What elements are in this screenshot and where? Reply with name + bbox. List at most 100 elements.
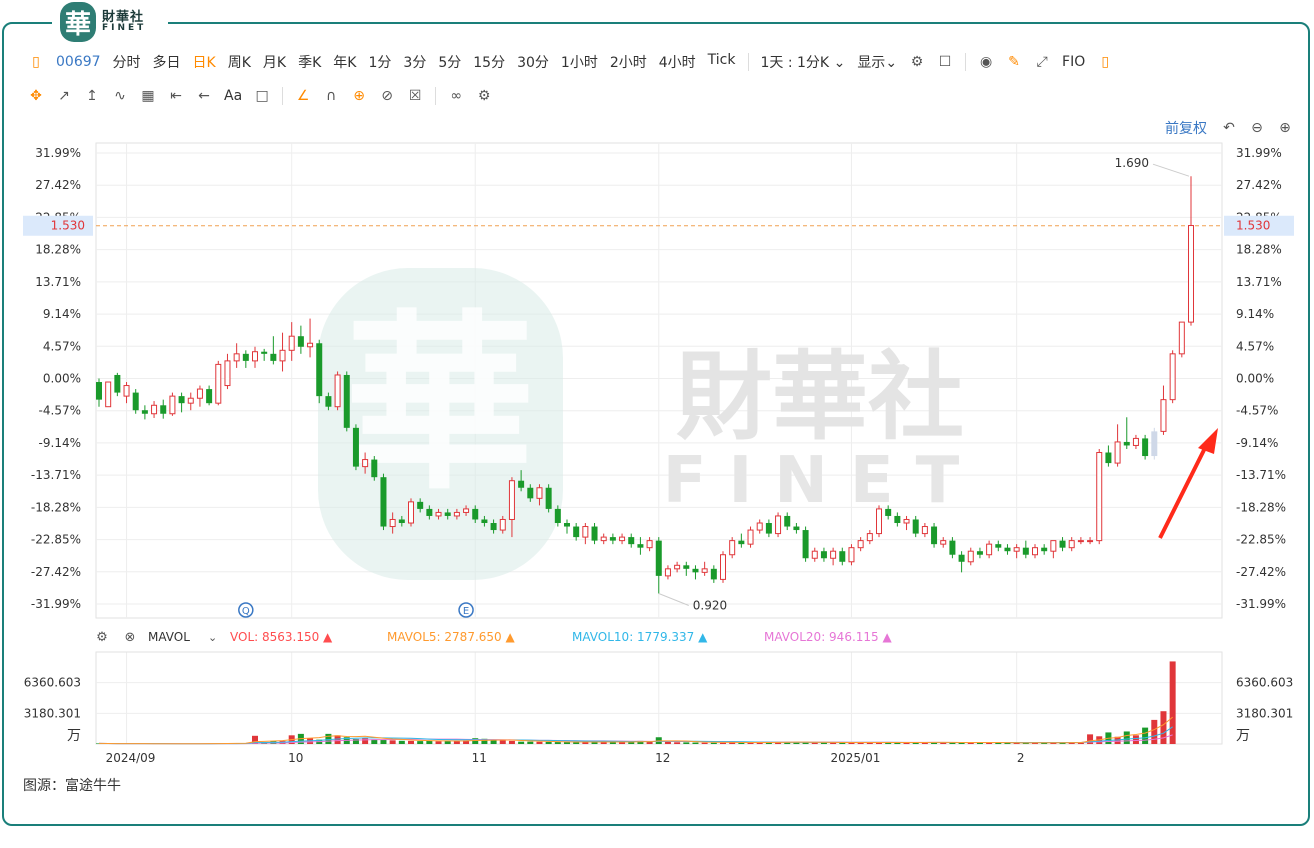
candle-body [151, 404, 158, 415]
volume-bar [334, 735, 341, 744]
candle-body [1132, 437, 1139, 446]
candle-body [343, 374, 350, 428]
y-tick-label-right: -22.85% [1236, 533, 1286, 547]
volume-bar [986, 742, 993, 744]
candle-body [986, 543, 993, 556]
y-tick-label-left: 27.42% [35, 178, 81, 192]
y-tick-label-right: 27.42% [1236, 178, 1282, 192]
candle-body [132, 392, 139, 411]
candle-body [756, 522, 763, 531]
candle-body [976, 551, 983, 555]
candle-body [692, 568, 699, 573]
volume-bar [490, 740, 497, 744]
volume-bar [380, 739, 387, 744]
candle-body [389, 518, 396, 528]
candle-body [967, 550, 974, 563]
candle-body [408, 501, 414, 524]
candle-body [1188, 225, 1194, 323]
candle-body [499, 518, 506, 531]
y-tick-label-left: -22.85% [31, 533, 81, 547]
candle-body [233, 353, 240, 362]
candle-body [518, 480, 525, 488]
image-source: 图源：富途牛牛 [23, 778, 121, 794]
volume-bar [435, 741, 442, 744]
volume-tick-label-left: 6360.603 [24, 676, 81, 690]
x-tick-label: 2 [1017, 751, 1025, 765]
y-tick-label-left: -18.28% [31, 500, 81, 514]
y-tick-label-left: 0.00% [43, 372, 81, 386]
y-tick-label-left: -31.99% [31, 597, 81, 611]
candle-body [270, 353, 277, 361]
volume-unit-left: 万 [67, 728, 81, 744]
candle-body [738, 540, 745, 545]
candle-body [1160, 399, 1167, 432]
candle-body [646, 540, 653, 549]
volume-bar [701, 742, 708, 744]
candle-body [573, 526, 580, 538]
candle-body [206, 389, 213, 404]
candle-body [325, 396, 332, 407]
candle-body [1059, 540, 1066, 548]
watermark-seal-char: 華 [345, 294, 535, 515]
candle-body [1123, 441, 1130, 446]
candle-body [1004, 547, 1011, 552]
x-tick-label: 10 [288, 751, 303, 765]
volume-bar [1142, 727, 1149, 744]
y-tick-label-right: -13.71% [1236, 468, 1286, 482]
volume-bar [518, 741, 525, 744]
candle-body [536, 487, 543, 499]
candle-body [252, 351, 258, 362]
candle-body [683, 565, 690, 569]
volume-bar [508, 740, 515, 744]
high-pointer [1152, 163, 1190, 177]
y-tick-label-right: -9.14% [1236, 436, 1278, 450]
candle-body [1041, 547, 1048, 552]
y-tick-label-right: 31.99% [1236, 146, 1282, 160]
candle-body [765, 523, 772, 534]
y-tick-label-right: -27.42% [1236, 565, 1286, 579]
candle-body [958, 554, 965, 562]
candle-body [435, 511, 442, 517]
candle-body [655, 540, 662, 576]
candle-body [820, 551, 827, 559]
volume-bar [720, 742, 726, 744]
candle-body [1087, 540, 1094, 543]
candle-body [1068, 540, 1075, 549]
annotation-arrow-shaft [1158, 441, 1210, 539]
candle-body [674, 564, 681, 570]
volume-bar [444, 741, 451, 744]
candle-body [637, 544, 644, 548]
candle-body [1178, 321, 1185, 355]
volume-unit-right: 万 [1236, 728, 1250, 744]
volume-tick-label-right: 6360.603 [1236, 676, 1293, 690]
volume-bar [499, 740, 506, 744]
candle-body [481, 519, 488, 524]
low-label: 0.920 [693, 598, 727, 612]
volume-legend-item: MAVOL5: 2787.650 ▲ [387, 630, 515, 644]
candle-body [160, 405, 167, 414]
kline-chart[interactable]: 31.99%31.99%27.42%27.42%22.85%22.85%18.2… [0, 0, 1314, 848]
volume-bar [1169, 661, 1176, 744]
mavol5-line [98, 716, 1173, 745]
volume-tick-label-left: 3180.301 [24, 706, 81, 720]
candle-body [921, 526, 928, 535]
candle-body [123, 385, 130, 397]
y-tick-label-left: -27.42% [31, 565, 81, 579]
volume-bar [1132, 735, 1139, 744]
event-marker-label: Q [242, 606, 250, 617]
annotation-arrow-head [1198, 428, 1218, 454]
candle-body [1169, 353, 1176, 401]
volume-indicator-title: MAVOL [148, 630, 190, 644]
y-tick-label-left: 4.57% [43, 339, 81, 353]
candle-body [307, 342, 314, 348]
volume-bar [674, 742, 681, 744]
candle-body [1105, 452, 1112, 464]
volume-legend-item: MAVOL20: 946.115 ▲ [764, 630, 892, 644]
candle-body [444, 512, 451, 516]
high-label: 1.690 [1115, 156, 1149, 170]
candle-body [830, 550, 837, 559]
candle-body [96, 382, 102, 400]
candle-body [1050, 540, 1057, 552]
volume-bar [664, 741, 671, 744]
volume-bar [692, 742, 699, 744]
